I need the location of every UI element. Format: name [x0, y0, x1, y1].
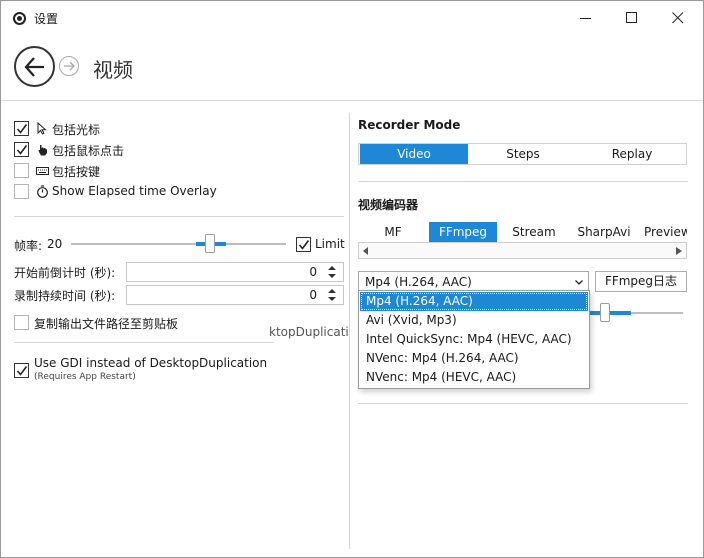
format-combobox[interactable]: Mp4 (H.264, AAC) — [358, 271, 589, 292]
window-title: 设置 — [34, 12, 59, 26]
include-cursor-label: 包括光标 — [52, 123, 101, 137]
minimize-icon — [580, 18, 591, 19]
format-option[interactable]: Intel QuickSync: Mp4 (HEVC, AAC) — [360, 330, 588, 349]
include-keystrokes-label: 包括按键 — [52, 165, 101, 179]
settings-window: 设置 视频 包括光标 包括鼠标点击 包括按键 Show Elapsed time… — [0, 0, 704, 558]
format-combobox-value: Mp4 (H.264, AAC) — [365, 275, 472, 289]
cursor-icon — [37, 122, 47, 135]
fps-label: 帧率: — [14, 239, 43, 253]
checkmark-icon — [16, 145, 28, 155]
mode-steps-option[interactable]: Steps — [469, 144, 577, 164]
duration-value: 0 — [309, 288, 317, 302]
encoder-tabs: MF FFmpeg Stream SharpAvi Preview — [358, 222, 687, 242]
mode-replay-option[interactable]: Replay — [578, 144, 686, 164]
format-option[interactable]: Mp4 (H.264, AAC) — [360, 292, 588, 311]
hand-icon — [38, 145, 47, 156]
fps-limit-checkbox[interactable] — [296, 237, 311, 252]
tab-stream[interactable]: Stream — [498, 222, 570, 242]
format-option[interactable]: NVenc: Mp4 (HEVC, AAC) — [360, 368, 588, 387]
include-keystrokes-checkbox[interactable] — [14, 163, 29, 178]
elapsed-time-overlay-label: Show Elapsed time Overlay — [52, 184, 217, 198]
close-button[interactable] — [655, 1, 701, 35]
left-divider-2 — [14, 342, 274, 343]
tab-sharpavi[interactable]: SharpAvi — [571, 222, 637, 242]
tab-preview[interactable]: Preview — [638, 222, 687, 242]
title-bar: 设置 — [1, 1, 703, 35]
close-icon — [672, 12, 684, 24]
countdown-input[interactable]: 0 — [126, 262, 344, 282]
quality-slider-thumb[interactable] — [600, 303, 610, 322]
include-cursor-checkbox[interactable] — [14, 121, 29, 136]
minimize-button[interactable] — [563, 1, 609, 35]
tab-ffmpeg[interactable]: FFmpeg — [429, 222, 497, 242]
use-gdi-label: Use GDI instead of DesktopDuplication — [34, 356, 268, 370]
tab-mf[interactable]: MF — [358, 222, 428, 242]
left-divider-1 — [14, 216, 344, 217]
maximize-button[interactable] — [609, 1, 655, 35]
ffmpeg-log-button[interactable]: FFmpeg日志 — [595, 271, 687, 292]
fps-slider-track[interactable] — [71, 243, 286, 245]
video-encoder-heading: 视频编码器 — [358, 198, 419, 212]
maximize-icon — [626, 12, 637, 23]
elapsed-time-overlay-checkbox[interactable] — [14, 184, 29, 199]
format-option[interactable]: NVenc: Mp4 (H.264, AAC) — [360, 349, 588, 368]
spinner-icon[interactable] — [327, 287, 337, 303]
countdown-label: 开始前倒计时 (秒): — [14, 266, 116, 280]
format-option[interactable]: Avi (Xvid, Mp3) — [360, 311, 588, 330]
use-gdi-checkbox[interactable] — [14, 363, 29, 378]
scroll-left-icon — [363, 247, 368, 255]
mode-video-option[interactable]: Video — [360, 144, 468, 164]
copy-path-checkbox[interactable] — [14, 315, 29, 330]
quality-slider-fill — [589, 311, 631, 315]
scroll-right-icon — [676, 247, 682, 255]
arrow-right-icon — [64, 61, 75, 71]
fps-limit-label: Limit — [315, 237, 345, 251]
recorder-mode-selector: Video Steps Replay — [358, 143, 687, 165]
panel-divider — [349, 113, 350, 549]
fps-value: 20 — [47, 237, 63, 251]
duration-input[interactable]: 0 — [126, 285, 344, 305]
checkmark-icon — [16, 366, 28, 376]
format-dropdown-list: Mp4 (H.264, AAC) Avi (Xvid, Mp3) Intel Q… — [358, 290, 590, 389]
stopwatch-icon — [37, 185, 48, 198]
right-divider-1 — [358, 181, 688, 182]
recorder-mode-heading: Recorder Mode — [358, 118, 461, 132]
right-divider-2 — [358, 403, 688, 404]
checkmark-icon — [16, 124, 28, 134]
clipped-text: ktopDuplication — [269, 325, 349, 339]
duration-label: 录制持续时间 (秒): — [14, 289, 116, 303]
countdown-value: 0 — [309, 265, 317, 279]
checkmark-icon — [298, 240, 310, 250]
include-mouse-clicks-label: 包括鼠标点击 — [52, 144, 125, 158]
back-button[interactable] — [14, 46, 55, 87]
chevron-down-icon — [575, 280, 583, 285]
arrow-left-icon — [24, 57, 44, 77]
use-gdi-note: (Requires App Restart) — [34, 372, 136, 382]
include-mouse-clicks-checkbox[interactable] — [14, 142, 29, 157]
encoder-tabs-scrollbar[interactable] — [358, 242, 687, 259]
header-divider — [1, 100, 703, 101]
forward-button[interactable] — [59, 56, 79, 76]
keyboard-icon — [36, 167, 49, 175]
app-logo-icon — [13, 12, 26, 25]
copy-path-label: 复制输出文件路径至剪贴板 — [34, 317, 179, 331]
page-title: 视频 — [93, 58, 133, 82]
fps-slider-thumb[interactable] — [205, 234, 215, 253]
spinner-icon[interactable] — [327, 264, 337, 280]
